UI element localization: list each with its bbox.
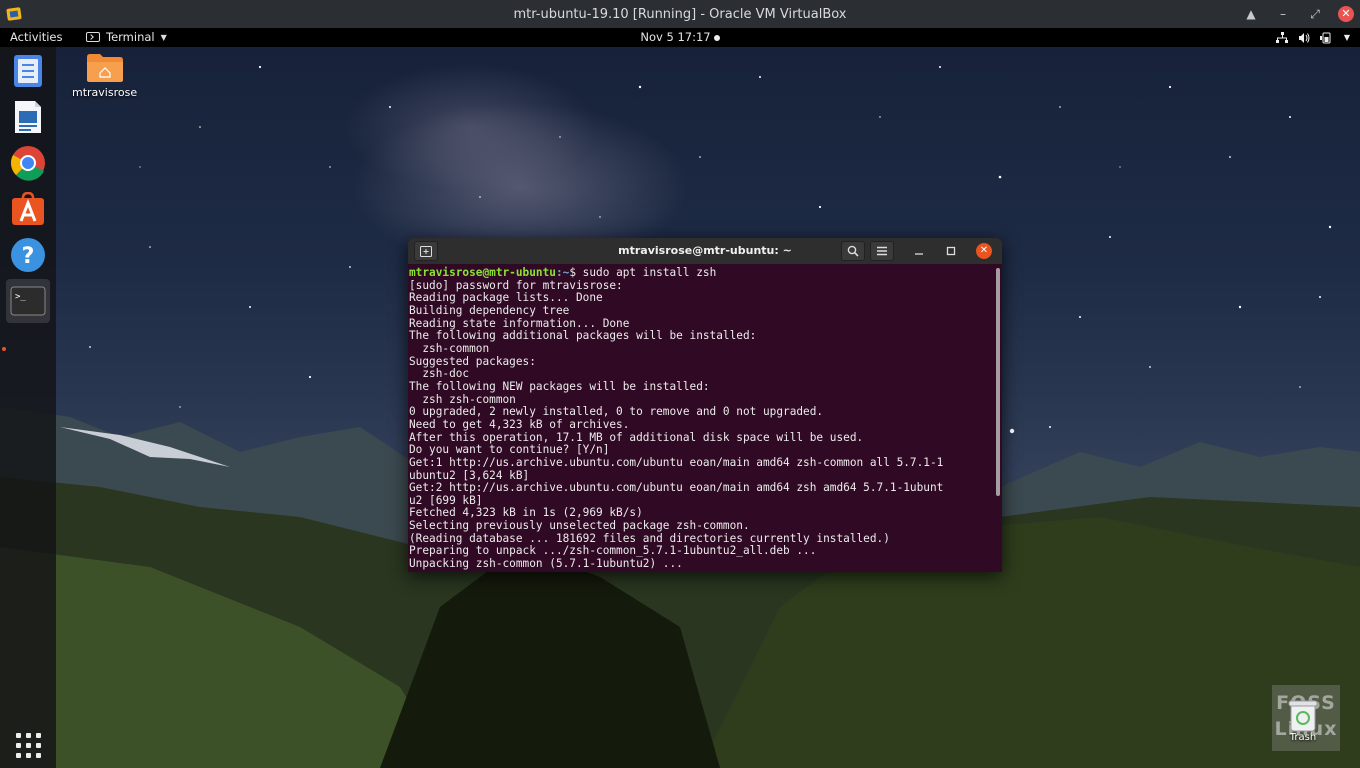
dock-item-terminal[interactable]: >_ — [6, 279, 50, 323]
vbox-titlebar: mtr-ubuntu-19.10 [Running] - Oracle VM V… — [0, 0, 1360, 28]
terminal-window[interactable]: mtravisrose@mtr-ubuntu: ~ ✕ mtravisrose@… — [408, 238, 1002, 572]
terminal-line: Building dependency tree — [409, 303, 570, 317]
vbox-window-controls: ▲ – ⤢ ✕ — [1238, 0, 1354, 28]
terminal-line: Suggested packages: — [409, 354, 536, 368]
dock-item-help[interactable]: ? — [6, 233, 50, 277]
chrome-icon — [11, 146, 45, 181]
files-icon — [14, 55, 42, 87]
terminal-line: (Reading database ... 181692 files and d… — [409, 531, 890, 545]
terminal-line: u2 [699 kB] — [409, 493, 483, 507]
battery-icon — [1319, 32, 1331, 43]
minimize-icon — [915, 253, 923, 255]
prompt-path: :~ — [555, 266, 570, 279]
svg-text:>_: >_ — [15, 292, 26, 302]
terminal-scrollbar[interactable] — [996, 268, 1000, 496]
svg-text:?: ? — [22, 244, 35, 269]
maximize-icon[interactable]: ⤢ — [1302, 3, 1328, 25]
running-indicator — [2, 347, 6, 351]
writer-icon — [15, 101, 41, 133]
terminal-header-bar[interactable]: mtravisrose@mtr-ubuntu: ~ ✕ — [408, 238, 1002, 264]
terminal-line: Need to get 4,323 kB of archives. — [409, 417, 630, 431]
prompt-command: $ sudo apt install zsh — [569, 266, 717, 279]
search-icon — [847, 245, 859, 257]
trash-icon — [1288, 700, 1318, 732]
dock: ? >_ — [0, 47, 56, 768]
terminal-line: zsh-common — [422, 341, 490, 355]
power-menu-icon: ▼ — [1343, 33, 1350, 42]
terminal-line: The following NEW packages will be insta… — [409, 379, 710, 393]
terminal-output[interactable]: mtravisrose@mtr-ubuntu:~$ sudo apt insta… — [408, 264, 996, 572]
terminal-line: zsh-doc — [422, 367, 470, 381]
terminal-line: Reading package lists... Done — [409, 291, 603, 305]
vbox-window-title: mtr-ubuntu-19.10 [Running] - Oracle VM V… — [513, 6, 847, 22]
dock-item-chrome[interactable] — [6, 141, 50, 185]
home-folder-label: mtravisrose — [72, 86, 138, 99]
software-center-icon — [12, 192, 44, 225]
search-button[interactable] — [841, 241, 865, 261]
maximize-button[interactable] — [943, 243, 959, 259]
help-icon: ? — [11, 238, 45, 272]
desktop-trash[interactable]: Trash — [1288, 700, 1318, 743]
gnome-top-bar: Activities Terminal ▼ Nov 5 17:17 ▼ — [0, 28, 1360, 47]
notification-dot — [713, 34, 720, 41]
terminal-line: [sudo] password for mtravisrose: — [409, 278, 623, 292]
close-button[interactable]: ✕ — [976, 243, 992, 259]
menu-button[interactable] — [870, 241, 894, 261]
terminal-line: Get:1 http://us.archive.ubuntu.com/ubunt… — [409, 455, 944, 469]
network-icon — [1275, 31, 1288, 43]
home-folder-icon — [86, 54, 123, 82]
desktop-home-folder[interactable]: mtravisrose — [72, 53, 137, 99]
terminal-lines: [sudo] password for mtravisrose: Reading… — [409, 279, 943, 570]
clock[interactable]: Nov 5 17:17 — [0, 30, 1360, 44]
dock-item-files[interactable] — [6, 49, 50, 93]
terminal-line: zsh zsh-common — [422, 392, 516, 406]
terminal-line: Do you want to continue? [Y/n] — [409, 443, 610, 457]
terminal-line: Reading state information... Done — [409, 316, 630, 330]
terminal-line: Fetched 4,323 kB in 1s (2,969 kB/s) — [409, 506, 643, 520]
terminal-line: Get:2 http://us.archive.ubuntu.com/ubunt… — [409, 481, 944, 495]
system-tray[interactable]: ▼ — [1275, 29, 1350, 46]
dock-item-software[interactable] — [6, 187, 50, 231]
terminal-line: Selecting previously unselected package … — [409, 519, 750, 533]
terminal-icon: >_ — [10, 286, 46, 316]
minimize-icon[interactable]: – — [1270, 3, 1296, 25]
app-grid-icon[interactable] — [16, 733, 42, 759]
clock-text: Nov 5 17:17 — [640, 30, 711, 44]
volume-icon — [1298, 32, 1310, 43]
prompt-user: mtravisrose@mtr-ubuntu — [409, 266, 556, 279]
dock-item-writer[interactable] — [6, 95, 50, 139]
hamburger-menu-icon — [877, 246, 887, 256]
terminal-line: Preparing to unpack .../zsh-common_5.7.1… — [409, 544, 817, 558]
maximize-icon — [946, 246, 956, 256]
restore-up-icon[interactable]: ▲ — [1238, 3, 1264, 25]
terminal-line: After this operation, 17.1 MB of additio… — [409, 430, 864, 444]
virtualbox-logo-icon — [6, 7, 22, 21]
minimize-button[interactable] — [911, 243, 927, 259]
trash-label: Trash — [1289, 732, 1317, 743]
terminal-line: The following additional packages will b… — [409, 329, 757, 343]
terminal-line: 0 upgraded, 2 newly installed, 0 to remo… — [409, 405, 824, 419]
vbox-close-button[interactable]: ✕ — [1338, 6, 1354, 22]
terminal-line: Unpacking zsh-common (5.7.1-1ubuntu2) ..… — [409, 557, 683, 571]
terminal-line: ubuntu2 [3,624 kB] — [409, 468, 530, 482]
